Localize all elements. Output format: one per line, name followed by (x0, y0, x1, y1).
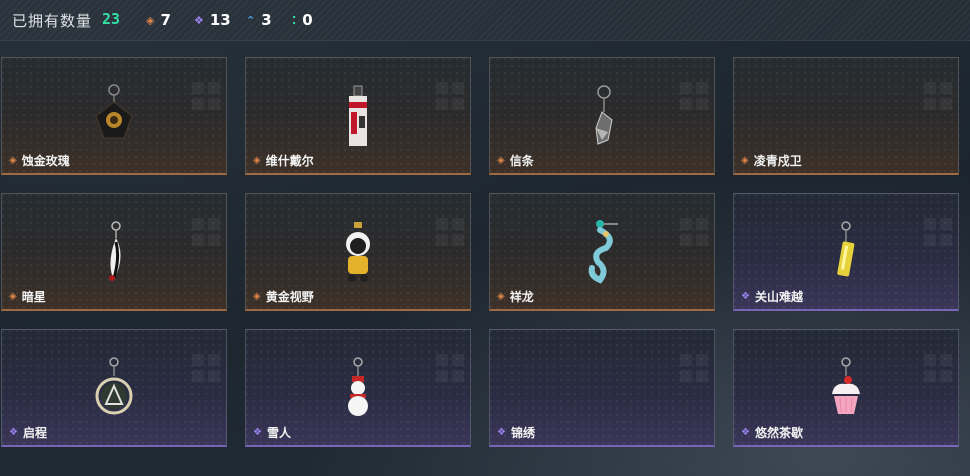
charm-card-tea-break[interactable]: ❖ 悠然茶歇 (733, 329, 959, 447)
purple-rarity-icon: ❖ (253, 426, 262, 438)
orange-rarity-icon: ◈ (253, 154, 261, 166)
charm-name-row: ❖ 悠然茶歇 (741, 424, 803, 441)
charm-name-row: ◈ 暗星 (9, 288, 46, 305)
green-dots-icon: ⁚ (292, 13, 297, 27)
feather-charm-icon (109, 221, 121, 281)
orange-rarity-icon: ◈ (253, 290, 261, 302)
charm-card-qicheng[interactable]: ❖ 启程 (1, 329, 227, 447)
card-decoration (680, 82, 708, 110)
mascot-charm-icon (346, 222, 370, 282)
purple-rarity-icon: ❖ (741, 290, 750, 302)
purple-rarity-icon: ❖ (497, 426, 506, 438)
charm-card-anxing[interactable]: ◈ 暗星 (1, 193, 227, 311)
orange-rarity-icon: ◈ (741, 154, 749, 166)
charm-card-golden-view[interactable]: ◈ 黄金视野 (245, 193, 471, 311)
charm-card-snowman[interactable]: ❖ 雪人 (245, 329, 471, 447)
purple-rarity-count: ❖ 13 (194, 11, 231, 29)
card-decoration (192, 354, 220, 382)
cupcake-charm-icon (832, 357, 860, 414)
charm-name: 雪人 (266, 426, 291, 440)
charm-name: 祥龙 (509, 290, 534, 304)
orange-rarity-value: 7 (160, 11, 171, 29)
card-decoration (924, 354, 952, 382)
charm-name: 维什戴尔 (265, 154, 314, 168)
blue-chevron-icon: ⌃ (246, 13, 256, 27)
orange-diamond-icon: ◈ (146, 13, 155, 27)
red-box-charm-icon (349, 85, 367, 146)
orange-rarity-icon: ◈ (497, 290, 505, 302)
charm-name: 关山难越 (754, 290, 803, 304)
green-rarity-value: 0 (302, 11, 313, 29)
orange-rarity-count: ◈ 7 (146, 11, 171, 29)
charm-name-row: ◈ 凌青戍卫 (741, 152, 802, 169)
medallion-charm-icon (95, 357, 133, 415)
charm-card-xintiao[interactable]: ◈ 信条 (489, 57, 715, 175)
charm-name: 蚀金玫瑰 (21, 154, 70, 168)
owned-count-label: 已拥有数量 (12, 12, 93, 30)
charm-name: 黄金视野 (265, 290, 314, 304)
charm-name-row: ◈ 维什戴尔 (253, 152, 314, 169)
charm-name: 启程 (22, 426, 47, 440)
orange-rarity-icon: ◈ (497, 154, 505, 166)
card-decoration (436, 218, 464, 246)
charm-card-guanshan[interactable]: ❖ 关山难越 (733, 193, 959, 311)
charm-name: 暗星 (21, 290, 46, 304)
charm-card-jinxiu[interactable]: ❖ 锦绣 (489, 329, 715, 447)
snowman-charm-icon (348, 357, 368, 416)
collection-header: 已拥有数量 23 ◈ 7 ❖ 13 ⌃ 3 ⁚ 0 (0, 0, 970, 41)
charm-card-xianglong[interactable]: ◈ 祥龙 (489, 193, 715, 311)
charm-name-row: ❖ 锦绣 (497, 424, 535, 441)
charm-name-row: ◈ 蚀金玫瑰 (9, 152, 70, 169)
card-decoration (436, 82, 464, 110)
charm-name: 凌青戍卫 (753, 154, 802, 168)
gold-bar-charm-icon (837, 221, 855, 277)
charm-card-rose[interactable]: ◈ 蚀金玫瑰 (1, 57, 227, 175)
orange-rarity-icon: ◈ (9, 154, 17, 166)
card-decoration (924, 218, 952, 246)
charm-card-weishidaier[interactable]: ◈ 维什戴尔 (245, 57, 471, 175)
dragon-charm-icon (588, 220, 618, 284)
blade-charm-icon (595, 85, 613, 145)
card-decoration (192, 82, 220, 110)
blue-rarity-value: 3 (261, 11, 272, 29)
card-decoration (436, 354, 464, 382)
purple-diamond-icon: ❖ (194, 13, 204, 27)
card-decoration (680, 354, 708, 382)
rose-charm-icon (95, 84, 133, 139)
owned-count-value: 23 (102, 10, 121, 28)
charm-name: 信条 (509, 154, 534, 168)
orange-rarity-icon: ◈ (9, 290, 17, 302)
purple-rarity-icon: ❖ (9, 426, 18, 438)
charm-name-row: ❖ 关山难越 (741, 288, 803, 305)
charm-card-lingqing[interactable]: ◈ 凌青戍卫 (733, 57, 959, 175)
card-decoration (924, 82, 952, 110)
charm-name-row: ❖ 启程 (9, 424, 47, 441)
charm-name: 锦绣 (510, 426, 535, 440)
charm-name-row: ◈ 信条 (497, 152, 534, 169)
card-decoration (680, 218, 708, 246)
charm-name: 悠然茶歇 (754, 426, 803, 440)
charm-name-row: ◈ 黄金视野 (253, 288, 314, 305)
charm-name-row: ❖ 雪人 (253, 424, 291, 441)
charm-name-row: ◈ 祥龙 (497, 288, 534, 305)
card-decoration (192, 218, 220, 246)
blue-rarity-count: ⌃ 3 (246, 11, 272, 29)
purple-rarity-icon: ❖ (741, 426, 750, 438)
purple-rarity-value: 13 (209, 11, 231, 29)
green-rarity-count: ⁚ 0 (292, 11, 313, 29)
